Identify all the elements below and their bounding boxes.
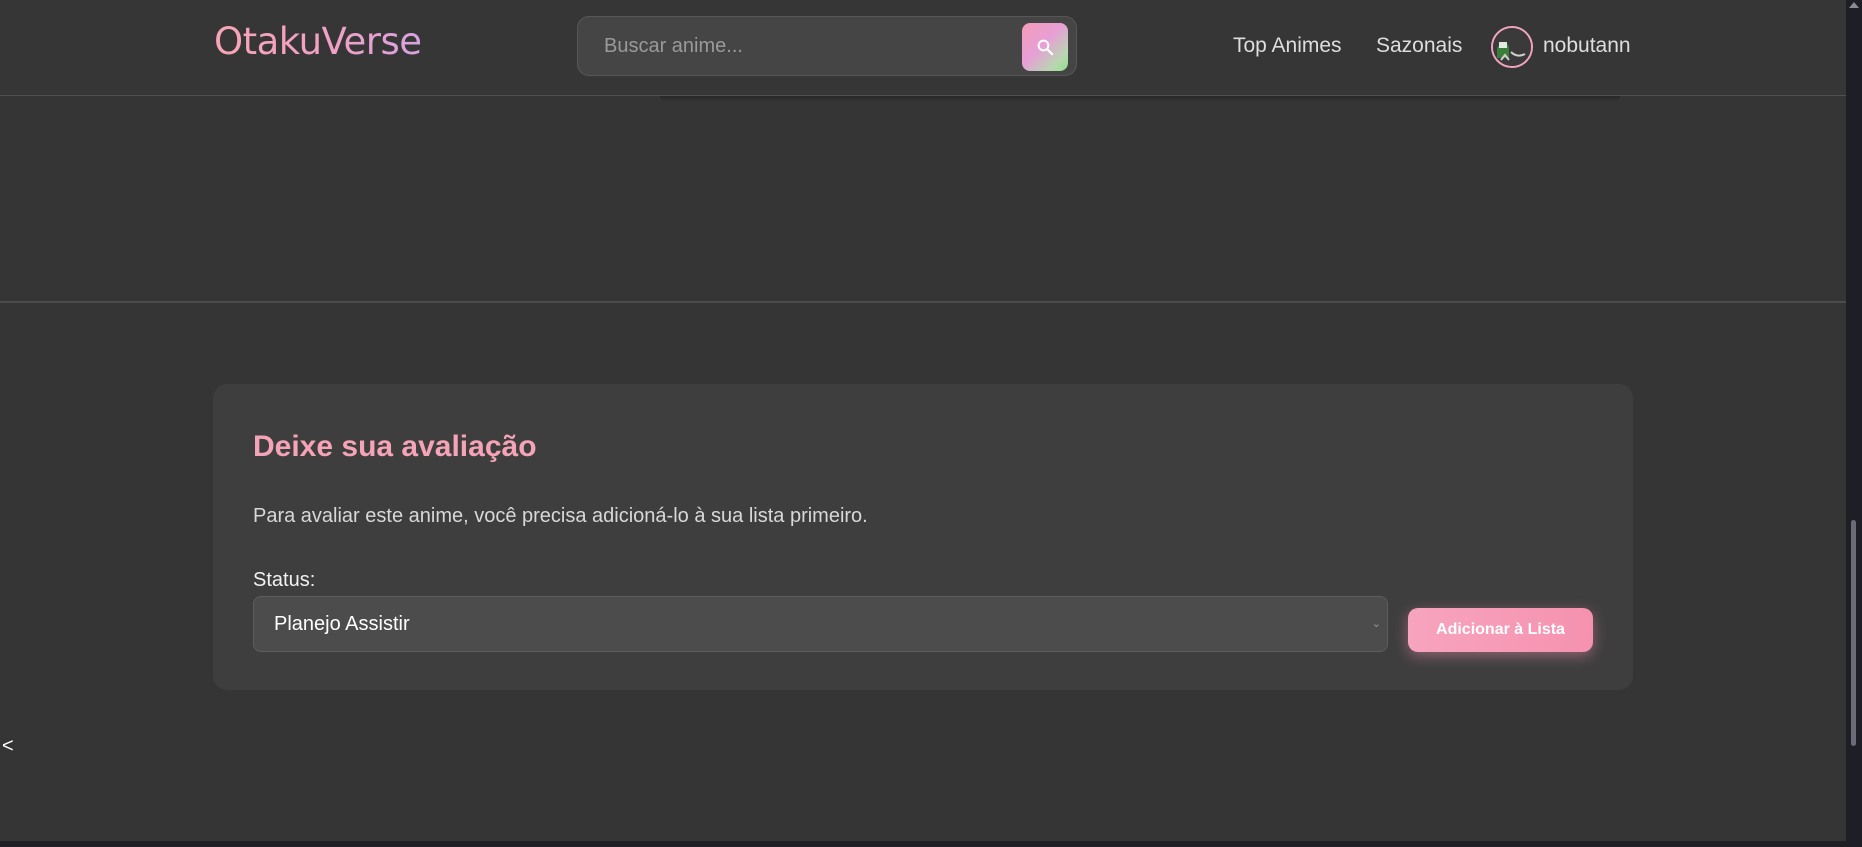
search-icon — [1037, 39, 1054, 56]
scrollbar-thumb[interactable] — [1851, 520, 1856, 746]
search-bar — [577, 16, 1077, 76]
nav-sazonais[interactable]: Sazonais — [1376, 34, 1462, 58]
top-navbar: OtakuVerse Top Animes Sazonais nobutann — [0, 0, 1846, 96]
status-select[interactable]: Planejo Assistir ⌄ — [253, 596, 1388, 652]
avatar[interactable] — [1491, 26, 1533, 68]
review-card: Deixe sua avaliação Para avaliar este an… — [213, 384, 1633, 690]
avatar-image — [1493, 28, 1531, 66]
add-to-list-button[interactable]: Adicionar à Lista — [1408, 608, 1593, 652]
bottom-edge — [0, 841, 1846, 847]
username[interactable]: nobutann — [1543, 34, 1631, 58]
scrollbar[interactable] — [1846, 0, 1862, 847]
review-message: Para avaliar este anime, você precisa ad… — [253, 505, 868, 527]
review-title: Deixe sua avaliação — [253, 430, 537, 463]
status-label: Status: — [253, 569, 316, 591]
chevron-down-icon: ⌄ — [1371, 618, 1381, 630]
search-button[interactable] — [1022, 23, 1068, 71]
back-arrow-button[interactable]: < — [2, 735, 14, 758]
nav-top-animes[interactable]: Top Animes — [1233, 34, 1342, 58]
page: OtakuVerse Top Animes Sazonais nobutann — [0, 0, 1846, 841]
dropdown-shadow — [660, 96, 1620, 102]
search-input[interactable] — [580, 19, 1020, 73]
site-logo[interactable]: OtakuVerse — [214, 20, 422, 63]
scroll-up-arrow-icon[interactable] — [1849, 2, 1859, 8]
status-selected-value: Planejo Assistir — [274, 612, 410, 635]
section-divider — [0, 301, 1846, 303]
